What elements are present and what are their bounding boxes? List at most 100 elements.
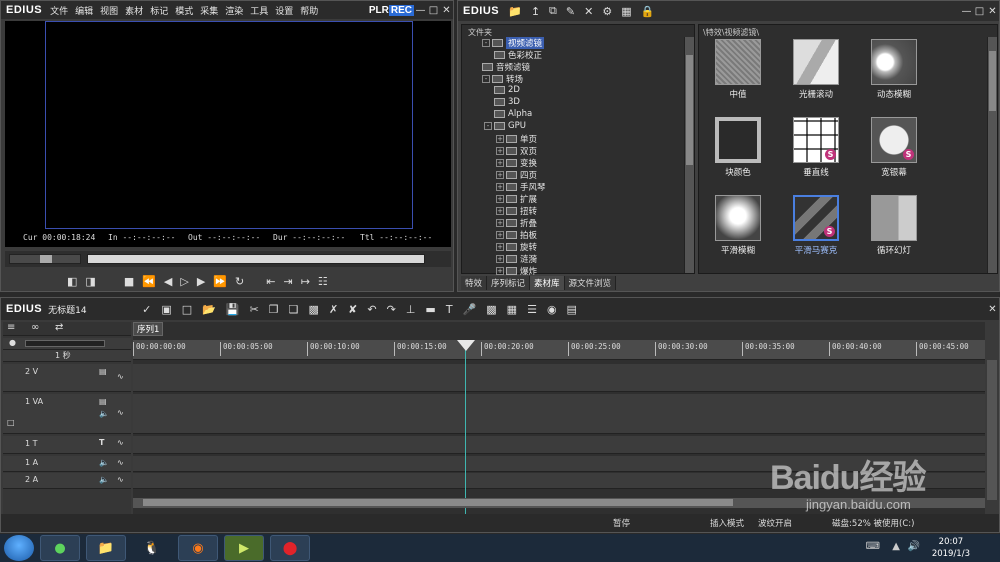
tree-toggle-icon[interactable]: + <box>496 255 504 263</box>
bin-scroll-thumb[interactable] <box>989 51 996 111</box>
minimize-icon[interactable]: — <box>414 5 427 16</box>
insert-icon[interactable]: ⇤ <box>266 275 275 288</box>
track-header-1t[interactable]: 1 T T ∿ <box>3 436 131 454</box>
file-explorer-icon[interactable]: 📁 <box>86 535 126 561</box>
tree-item-video-filters[interactable]: - 视频滤镜 <box>482 37 545 49</box>
bin-minimize-icon[interactable]: — <box>960 6 973 17</box>
add-cut-icon[interactable]: ⊥ <box>406 303 416 316</box>
menu-view[interactable]: 视图 <box>100 4 118 17</box>
tree-item-fold[interactable]: + 折叠 <box>496 217 537 229</box>
set-in-icon[interactable]: ◧ <box>67 275 77 288</box>
tree-item-3d[interactable]: 3D <box>494 97 520 107</box>
track-sync-icon[interactable]: ∿ <box>117 438 124 447</box>
timeline-close-icon[interactable]: ✕ <box>986 304 999 315</box>
overwrite-icon[interactable]: ⇥ <box>283 275 292 288</box>
menu-render[interactable]: 渲染 <box>225 4 243 17</box>
speaker-icon[interactable]: 🔈 <box>99 458 109 467</box>
time-ruler[interactable]: 00:00:00:00 00:00:05:00 00:00:10:00 00:0… <box>133 340 985 360</box>
zoom-lock-icon[interactable]: ● <box>9 338 16 347</box>
effect-clip[interactable]: S 平滑马赛克 <box>781 195 851 256</box>
properties-icon[interactable]: ⚙ <box>602 5 612 18</box>
render-icon[interactable]: ▩ <box>486 303 496 316</box>
transition-icon[interactable]: ▬ <box>425 303 435 316</box>
stop-icon[interactable]: ■ <box>124 275 134 288</box>
tree-item-clapper[interactable]: + 拍板 <box>496 229 537 241</box>
effect-clip[interactable]: 动态模糊 <box>859 39 929 100</box>
effect-clip[interactable]: S 垂直线 <box>781 117 851 178</box>
track-options-icon[interactable]: ≡ <box>7 322 15 333</box>
position-slider[interactable] <box>87 254 425 264</box>
mixer-icon[interactable]: ☰ <box>527 303 537 316</box>
fast-forward-icon[interactable]: ⏩ <box>213 275 227 288</box>
edit-icon[interactable]: ✎ <box>566 5 575 18</box>
track-sync-icon[interactable]: ∿ <box>117 408 124 417</box>
menu-edit[interactable]: 编辑 <box>75 4 93 17</box>
view-icon[interactable]: ▦ <box>621 5 631 18</box>
link-icon[interactable]: ∞ <box>31 322 39 333</box>
tree-item-expand[interactable]: + 扩展 <box>496 193 537 205</box>
tree-item-single-page[interactable]: + 单页 <box>496 133 537 145</box>
zoom-level[interactable]: 1 秒 <box>55 350 71 361</box>
tab-asset-bin[interactable]: 素材库 <box>530 276 565 290</box>
tree-toggle-icon[interactable]: + <box>496 219 504 227</box>
tree-item-transitions[interactable]: - 转场 <box>482 73 523 85</box>
tree-toggle-icon[interactable]: + <box>496 231 504 239</box>
title-track-icon[interactable]: T <box>99 438 104 447</box>
tray-network-icon[interactable]: ▲ <box>892 541 900 552</box>
tree-item-double-page[interactable]: + 双页 <box>496 145 537 157</box>
shuttle-slider[interactable] <box>9 254 81 264</box>
tree-toggle-icon[interactable]: + <box>496 195 504 203</box>
tree-toggle-icon[interactable]: + <box>496 183 504 191</box>
replace-icon[interactable]: ▩ <box>309 303 319 316</box>
track-header-1a[interactable]: 1 A 🔈 ∿ <box>3 456 131 472</box>
track-display-icon[interactable]: ▤ <box>99 397 107 406</box>
set-out-icon[interactable]: ◨ <box>85 275 95 288</box>
cut-icon[interactable]: ✂ <box>250 303 259 316</box>
speaker-icon[interactable]: 🔈 <box>99 475 109 484</box>
step-forward-icon[interactable]: ▶ <box>197 275 205 288</box>
tree-toggle-icon[interactable]: - <box>482 75 490 83</box>
effect-clip[interactable]: 块颜色 <box>703 117 773 178</box>
menu-mode[interactable]: 模式 <box>175 4 193 17</box>
start-button-icon[interactable] <box>4 535 34 561</box>
maximize-icon[interactable]: □ <box>427 5 440 16</box>
menu-file[interactable]: 文件 <box>50 4 68 17</box>
new-icon[interactable]: □ <box>182 303 192 316</box>
playhead-handle-icon[interactable] <box>457 340 475 351</box>
firefox-icon[interactable]: ◉ <box>178 535 218 561</box>
microphone-icon[interactable]: 🎤 <box>463 303 477 316</box>
close-icon[interactable]: ✕ <box>440 5 453 16</box>
timeline-vscrollbar[interactable] <box>987 360 997 500</box>
scrub-bar[interactable] <box>5 251 451 267</box>
plr-toggle[interactable]: PLR <box>369 5 389 16</box>
effect-clip[interactable]: S 宽银幕 <box>859 117 929 178</box>
tree-toggle-icon[interactable]: + <box>496 243 504 251</box>
browser-360-icon[interactable]: ● <box>40 535 80 561</box>
up-folder-icon[interactable]: ↥ <box>531 5 540 18</box>
tree-item-four-page[interactable]: + 四页 <box>496 169 537 181</box>
tree-toggle-icon[interactable]: - <box>484 122 492 130</box>
zoom-slider[interactable] <box>25 340 105 347</box>
tree-toggle-icon[interactable]: - <box>482 39 490 47</box>
tree-toggle-icon[interactable]: + <box>496 159 504 167</box>
tree-item-twist[interactable]: + 扭转 <box>496 205 537 217</box>
tab-effects[interactable]: 特效 <box>461 276 488 290</box>
track-lane-2v[interactable] <box>133 364 985 392</box>
paste-icon[interactable]: ❑ <box>289 303 299 316</box>
match-frame-icon[interactable]: ↦ <box>301 275 310 288</box>
timeline-hscroll-thumb[interactable] <box>143 499 733 506</box>
bin-maximize-icon[interactable]: □ <box>973 6 986 17</box>
channel-map-icon[interactable]: □ <box>7 418 15 427</box>
tab-sequence-markers[interactable]: 序列标记 <box>487 276 531 290</box>
lock-icon[interactable]: 🔒 <box>641 5 655 18</box>
undo-icon[interactable]: ↶ <box>367 303 376 316</box>
tree-toggle-icon[interactable]: + <box>496 267 504 275</box>
menu-tools[interactable]: 工具 <box>250 4 268 17</box>
copy-icon[interactable]: ❐ <box>269 303 279 316</box>
track-sync-icon[interactable]: ∿ <box>117 458 124 467</box>
track-sync-icon[interactable]: ∿ <box>117 372 124 381</box>
track-header-2a[interactable]: 2 A 🔈 ∿ <box>3 473 131 489</box>
tree-item-alpha[interactable]: Alpha <box>494 109 532 119</box>
loop-icon[interactable]: ↻ <box>235 275 244 288</box>
tree-item-color-correction[interactable]: 色彩校正 <box>494 49 542 61</box>
